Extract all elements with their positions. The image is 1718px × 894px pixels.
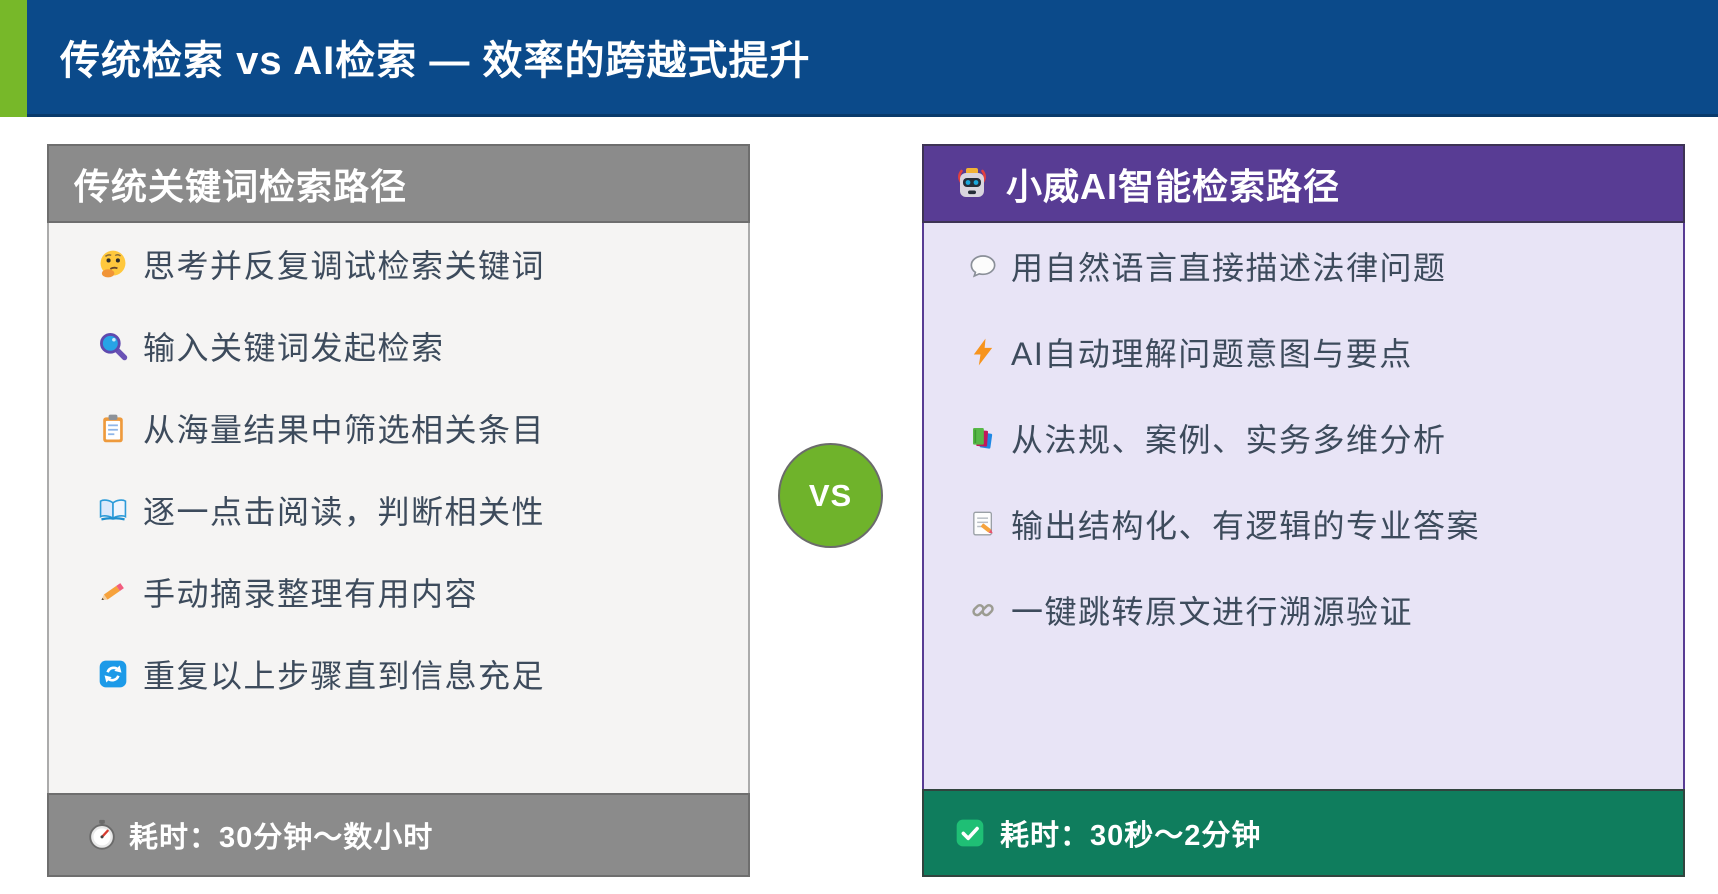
- list-item: AI自动理解问题意图与要点: [924, 309, 1683, 395]
- memo-icon: [968, 509, 998, 539]
- traditional-search-panel: 传统关键词检索路径 思考并反复调试检索关键词: [47, 144, 750, 877]
- traditional-panel-header: 传统关键词检索路径: [47, 144, 750, 223]
- check-icon: [954, 817, 986, 849]
- list-item: 逐一点击阅读，判断相关性: [49, 469, 748, 551]
- lightning-icon: [968, 337, 998, 367]
- list-item: 从法规、案例、实务多维分析: [924, 395, 1683, 481]
- ai-search-panel: 小威AI智能检索路径 用自然语言直接描述法律问题: [922, 144, 1685, 877]
- refresh-icon: [97, 658, 129, 690]
- step-label: 输入关键词发起检索: [143, 323, 445, 369]
- step-label: AI自动理解问题意图与要点: [1011, 329, 1413, 375]
- title-bar: 传统检索 vs AI检索 — 效率的跨越式提升: [0, 0, 1718, 117]
- step-label: 用自然语言直接描述法律问题: [1011, 243, 1447, 289]
- step-label: 重复以上步骤直到信息充足: [143, 651, 545, 697]
- vs-label: VS: [809, 478, 852, 514]
- list-item: 输入关键词发起检索: [49, 305, 748, 387]
- step-label: 手动摘录整理有用内容: [143, 569, 478, 615]
- list-item: 用自然语言直接描述法律问题: [924, 223, 1683, 309]
- comparison-slide: 传统检索 vs AI检索 — 效率的跨越式提升 传统关键词检索路径: [0, 0, 1718, 894]
- robot-icon: [952, 164, 992, 204]
- ai-panel-footer: 耗时：30秒～2分钟: [922, 789, 1685, 877]
- step-label: 从法规、案例、实务多维分析: [1011, 415, 1447, 461]
- ai-panel-header: 小威AI智能检索路径: [922, 144, 1685, 223]
- time-cost-label: 耗时：30秒～2分钟: [1000, 812, 1261, 854]
- speech-bubble-icon: [968, 251, 998, 281]
- pencil-icon: [97, 576, 129, 608]
- accent-block: [0, 0, 27, 117]
- list-item: 输出结构化、有逻辑的专业答案: [924, 481, 1683, 567]
- open-book-icon: [97, 494, 129, 526]
- traditional-panel-body: 思考并反复调试检索关键词 输入关键词发起检索: [47, 223, 750, 793]
- step-label: 输出结构化、有逻辑的专业答案: [1011, 501, 1480, 547]
- clipboard-icon: [97, 412, 129, 444]
- step-label: 逐一点击阅读，判断相关性: [143, 487, 545, 533]
- link-icon: [968, 595, 998, 625]
- step-label: 思考并反复调试检索关键词: [143, 241, 545, 287]
- traditional-panel-title: 传统关键词检索路径: [74, 158, 407, 210]
- list-item: 手动摘录整理有用内容: [49, 551, 748, 633]
- ai-panel-body: 用自然语言直接描述法律问题 AI自动理解问题意图与要点: [922, 223, 1685, 789]
- stopwatch-icon: [85, 818, 119, 852]
- list-item: 从海量结果中筛选相关条目: [49, 387, 748, 469]
- list-item: 重复以上步骤直到信息充足: [49, 633, 748, 715]
- step-label: 一键跳转原文进行溯源验证: [1011, 587, 1413, 633]
- list-item: 思考并反复调试检索关键词: [49, 223, 748, 305]
- page-title: 传统检索 vs AI检索 — 效率的跨越式提升: [60, 28, 810, 86]
- books-icon: [968, 423, 998, 453]
- traditional-panel-footer: 耗时：30分钟～数小时: [47, 793, 750, 877]
- vs-badge: VS: [778, 443, 883, 548]
- step-label: 从海量结果中筛选相关条目: [143, 405, 545, 451]
- time-cost-label: 耗时：30分钟～数小时: [129, 814, 433, 856]
- magnifier-icon: [97, 330, 129, 362]
- ai-panel-title: 小威AI智能检索路径: [1006, 158, 1340, 210]
- list-item: 一键跳转原文进行溯源验证: [924, 567, 1683, 653]
- thinking-face-icon: [97, 248, 129, 280]
